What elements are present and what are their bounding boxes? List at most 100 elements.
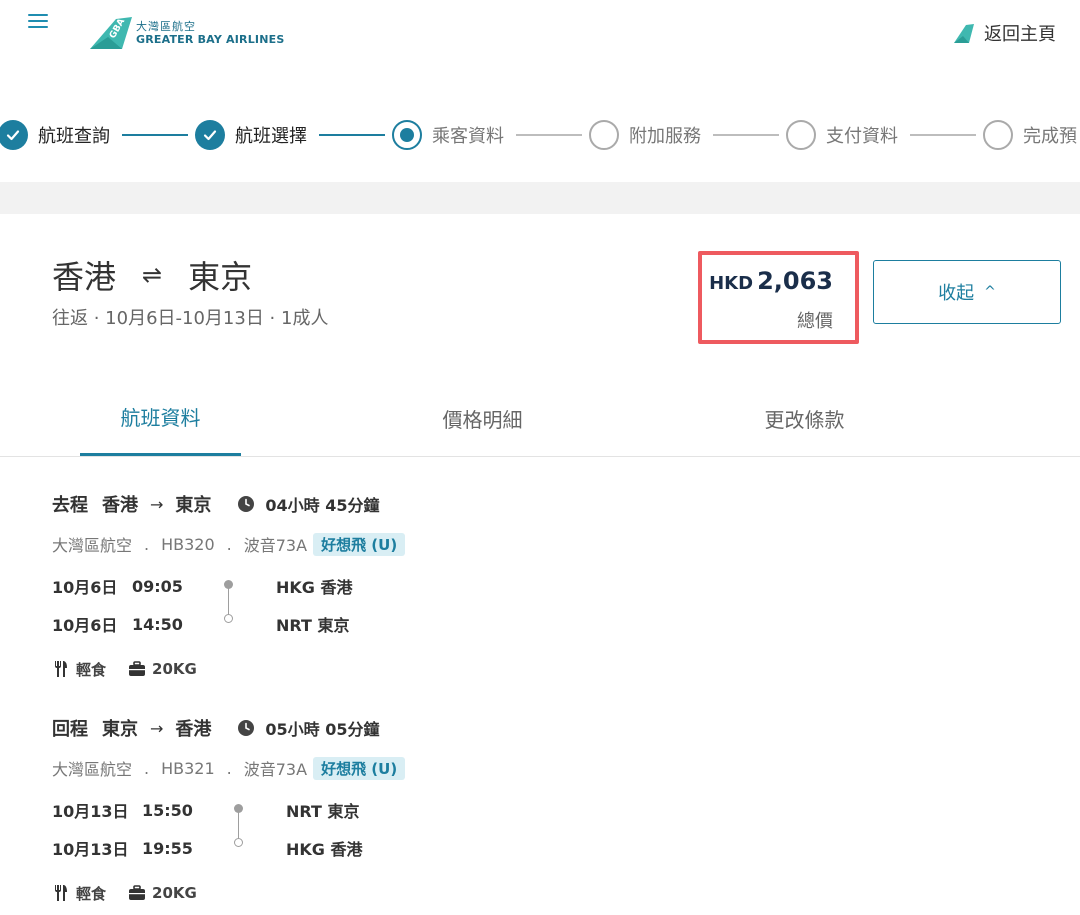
step-label: 完成預 [1023, 126, 1077, 147]
leg-direction: 去程 [52, 495, 88, 516]
outbound-leg: 去程 香港 → 東京 04小時 45分鐘 大灣區航空 . HB320 . 波音7… [52, 491, 652, 681]
arrival-row: 10月13日 19:55 HKG 香港 [52, 829, 652, 867]
step-connector [319, 134, 385, 136]
booking-stepper: 航班查詢 航班選擇 乘客資料 附加服務 支付資料 完成預 [0, 112, 1080, 158]
flight-number: HB320 [161, 534, 215, 554]
tab-flight-info[interactable]: 航班資料 [80, 380, 241, 456]
leg-to: 東京 [175, 495, 212, 516]
return-leg: 回程 東京 → 香港 05小時 05分鐘 大灣區航空 . HB321 . 波音7… [52, 715, 652, 905]
step-connector [516, 134, 582, 136]
pending-step-icon [589, 120, 619, 150]
clock-icon [238, 720, 255, 736]
check-icon [0, 120, 28, 150]
departure-time: 15:50 [142, 800, 193, 820]
tab-price-details[interactable]: 價格明細 [402, 380, 563, 456]
arrow-right-icon: → [150, 718, 164, 738]
arrival-airport: NRT 東京 [276, 616, 350, 635]
pending-step-icon [983, 120, 1013, 150]
airline-name: 大灣區航空 [52, 760, 133, 779]
departure-airport: NRT 東京 [286, 802, 360, 821]
total-price-label: 總價 [797, 311, 833, 332]
step-connector [910, 134, 976, 136]
baggage-allowance: 20KG [152, 660, 197, 678]
step-passenger-info: 乘客資料 [392, 112, 504, 158]
origin-city: 香港 [52, 258, 117, 296]
baggage-icon [129, 661, 146, 676]
departure-row: 10月13日 15:50 NRT 東京 [52, 791, 652, 829]
step-label: 支付資料 [826, 126, 898, 147]
utensils-icon [55, 661, 67, 677]
flight-number: HB321 [161, 758, 215, 778]
arrival-row: 10月6日 14:50 NRT 東京 [52, 605, 652, 643]
step-payment: 支付資料 [786, 112, 898, 158]
baggage-allowance: 20KG [152, 884, 197, 902]
clock-icon [238, 496, 255, 512]
header: GBA 大灣區航空 GREATER BAY AIRLINES 返回主頁 [0, 0, 1080, 72]
fare-class-badge: 好想飛 (U) [313, 756, 406, 780]
step-label: 附加服務 [629, 126, 701, 147]
step-complete: 完成預 [983, 112, 1077, 158]
step-label: 航班查詢 [38, 126, 110, 147]
leg-from: 香港 [102, 495, 138, 516]
step-flight-search[interactable]: 航班查詢 [0, 112, 110, 158]
total-price-box: HKD 2,063 總價 [698, 251, 859, 344]
back-home-label: 返回主頁 [984, 24, 1056, 45]
logo[interactable]: GBA 大灣區航空 GREATER BAY AIRLINES [86, 15, 284, 51]
logo-tail-icon: GBA [90, 17, 132, 49]
separator: . [144, 758, 150, 778]
menu-icon[interactable] [28, 14, 48, 32]
departure-time: 09:05 [132, 576, 183, 596]
section-divider [0, 182, 1080, 214]
airline-name: 大灣區航空 [52, 536, 133, 555]
arrival-time: 19:55 [142, 838, 193, 858]
departure-row: 10月6日 09:05 HKG 香港 [52, 567, 652, 605]
arrival-date: 10月13日 [52, 840, 129, 859]
step-add-ons: 附加服務 [589, 112, 701, 158]
step-connector [713, 134, 779, 136]
logo-tail-icon [954, 24, 974, 43]
price-amount: 2,063 [757, 267, 833, 295]
pending-step-icon [786, 120, 816, 150]
separator: . [144, 534, 150, 554]
leg-to: 香港 [175, 719, 212, 740]
current-step-icon [392, 120, 422, 150]
separator: . [226, 758, 232, 778]
swap-arrows-icon: ⇌ [142, 261, 163, 289]
fare-class-badge: 好想飛 (U) [313, 532, 406, 556]
duration-text: 05小時 05分鐘 [265, 720, 380, 739]
arrow-right-icon: → [150, 494, 164, 514]
departure-airport: HKG 香港 [276, 578, 353, 597]
back-home-link[interactable]: 返回主頁 [952, 20, 1056, 46]
step-label: 航班選擇 [235, 126, 307, 147]
arrival-airport: HKG 香港 [286, 840, 363, 859]
departure-date: 10月13日 [52, 802, 129, 821]
logo-en-text: GREATER BAY AIRLINES [136, 33, 285, 46]
chevron-up-icon: ^ [984, 284, 996, 300]
collapse-button[interactable]: 收起 ^ [873, 260, 1061, 324]
logo-cn-text: 大灣區航空 [136, 19, 196, 33]
leg-direction: 回程 [52, 719, 88, 740]
arrival-date: 10月6日 [52, 616, 118, 635]
aircraft-type: 波音73A [243, 536, 308, 555]
separator: . [226, 534, 232, 554]
utensils-icon [55, 885, 67, 901]
collapse-label: 收起 [938, 283, 975, 304]
departure-date: 10月6日 [52, 578, 118, 597]
trip-summary: 往返 · 10月6日-10月13日 · 1成人 [52, 308, 329, 329]
destination-city: 東京 [188, 258, 253, 296]
detail-tabs: 航班資料 價格明細 更改條款 [0, 380, 1080, 457]
price-currency: HKD [709, 273, 754, 294]
aircraft-type: 波音73A [243, 760, 308, 779]
leg-duration: 05小時 05分鐘 [237, 716, 380, 740]
leg-duration: 04小時 45分鐘 [237, 492, 380, 516]
baggage-icon [129, 885, 146, 900]
step-connector [122, 134, 188, 136]
step-flight-select[interactable]: 航班選擇 [195, 112, 307, 158]
arrival-time: 14:50 [132, 614, 183, 634]
leg-from: 東京 [102, 719, 138, 740]
tab-change-terms[interactable]: 更改條款 [724, 380, 885, 456]
duration-text: 04小時 45分鐘 [265, 496, 380, 515]
check-icon [195, 120, 225, 150]
meal-label: 輕食 [76, 660, 107, 679]
meal-label: 輕食 [76, 884, 107, 903]
